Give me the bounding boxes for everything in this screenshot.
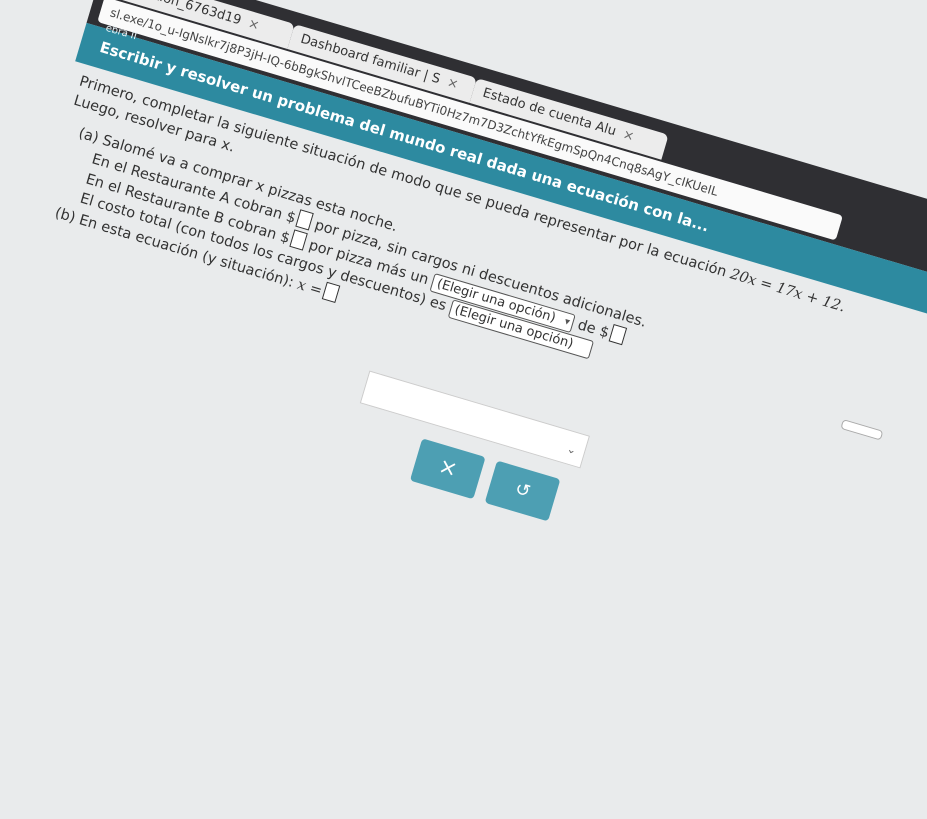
fee-amount-input[interactable] <box>608 323 628 346</box>
tab-close-icon[interactable]: × <box>246 16 261 33</box>
screen: ansaction_6763d19 × Dashboard familiar | … <box>0 0 927 819</box>
price-a-input[interactable] <box>295 209 314 231</box>
undo-button[interactable]: ↺ <box>484 460 561 522</box>
tab-close-icon[interactable]: × <box>621 127 636 144</box>
x-variable: x = <box>295 276 324 300</box>
price-b-input[interactable] <box>289 229 308 251</box>
chevron-down-icon: ▾ <box>563 316 572 329</box>
tab-close-icon[interactable]: × <box>445 75 460 92</box>
clear-button[interactable]: × <box>409 438 486 500</box>
chevron-down-icon: ⌄ <box>565 442 578 458</box>
x-answer-input[interactable] <box>321 281 341 303</box>
